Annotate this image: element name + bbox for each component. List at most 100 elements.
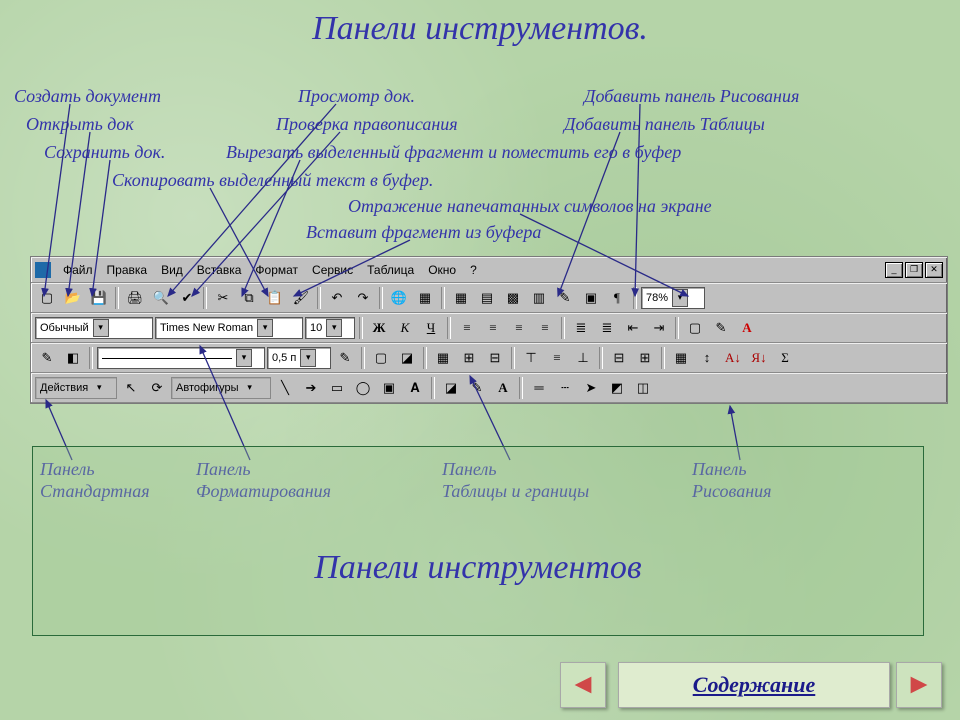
- textbox-tool[interactable]: ▣: [377, 376, 401, 400]
- pen-color[interactable]: ✎: [333, 346, 357, 370]
- spellcheck-button[interactable]: ✔: [175, 286, 199, 310]
- align-bottom[interactable]: ⊥: [571, 346, 595, 370]
- autoshapes-menu[interactable]: Автофигуры▾: [171, 377, 271, 399]
- separator: [361, 347, 365, 369]
- wordart[interactable]: 𝐀: [403, 376, 427, 400]
- menu-format[interactable]: Формат: [249, 263, 304, 277]
- shadow[interactable]: ◩: [605, 376, 629, 400]
- open-button[interactable]: 📂: [61, 286, 85, 310]
- bold-button[interactable]: Ж: [367, 316, 391, 340]
- numbered-list[interactable]: ≣: [569, 316, 593, 340]
- format-painter[interactable]: 🖌: [289, 286, 313, 310]
- insert-table2[interactable]: ▦: [431, 346, 455, 370]
- line-tool[interactable]: ╲: [273, 376, 297, 400]
- draw-table[interactable]: ✎: [35, 346, 59, 370]
- excel-button[interactable]: ▩: [501, 286, 525, 310]
- toolbar-standard: ▢ 📂 💾 🖨 🔍 ✔ ✂ ⧉ 📋 🖌 ↶ ↷ 🌐 ▦ ▦ ▤ ▩ ▥ ✎ ▣ …: [31, 283, 947, 313]
- zoom-value: 78%: [646, 292, 668, 304]
- print-button[interactable]: 🖨: [123, 286, 147, 310]
- line-style-combo[interactable]: ▾: [97, 347, 265, 369]
- menu-insert[interactable]: Вставка: [191, 263, 248, 277]
- prev-slide-button[interactable]: ◄: [560, 662, 606, 708]
- split-cells[interactable]: ⊟: [483, 346, 507, 370]
- line-weight-combo[interactable]: 0,5 п▾: [267, 347, 331, 369]
- chevron-down-icon: ▾: [326, 319, 342, 337]
- text-direction[interactable]: ↕: [695, 346, 719, 370]
- insert-table[interactable]: ▤: [475, 286, 499, 310]
- align-justify[interactable]: ≡: [533, 316, 557, 340]
- menu-tools[interactable]: Сервис: [306, 263, 359, 277]
- weight-value: 0,5 п: [272, 352, 296, 364]
- minimize-button[interactable]: _: [885, 262, 903, 278]
- rotate[interactable]: ⟳: [145, 376, 169, 400]
- doc-map-button[interactable]: ▣: [579, 286, 603, 310]
- oval-tool[interactable]: ◯: [351, 376, 375, 400]
- outdent[interactable]: ⇤: [621, 316, 645, 340]
- dash-style[interactable]: ┄: [553, 376, 577, 400]
- font-color2[interactable]: A: [491, 376, 515, 400]
- menu-window[interactable]: Окно: [422, 263, 462, 277]
- select-arrow[interactable]: ↖: [119, 376, 143, 400]
- align-middle[interactable]: ≡: [545, 346, 569, 370]
- close-button[interactable]: ✕: [925, 262, 943, 278]
- distribute-cols[interactable]: ⊞: [633, 346, 657, 370]
- separator: [423, 347, 427, 369]
- actions-menu[interactable]: Действия▾: [35, 377, 117, 399]
- merge-cells[interactable]: ⊞: [457, 346, 481, 370]
- italic-button[interactable]: К: [393, 316, 417, 340]
- restore-button[interactable]: ❐: [905, 262, 923, 278]
- copy-button[interactable]: ⧉: [237, 286, 261, 310]
- web-toolbar-button[interactable]: ▦: [413, 286, 437, 310]
- menu-view[interactable]: Вид: [155, 263, 189, 277]
- 3d[interactable]: ◫: [631, 376, 655, 400]
- zoom-combo[interactable]: 78%▾: [641, 287, 705, 309]
- highlight[interactable]: ✎: [709, 316, 733, 340]
- show-marks-button[interactable]: ¶: [605, 286, 629, 310]
- font-combo[interactable]: Times New Roman▾: [155, 317, 303, 339]
- underline-button[interactable]: Ч: [419, 316, 443, 340]
- preview-button[interactable]: 🔍: [149, 286, 173, 310]
- line-style[interactable]: ═: [527, 376, 551, 400]
- toolbar-drawing: Действия▾ ↖ ⟳ Автофигуры▾ ╲ ➔ ▭ ◯ ▣ 𝐀 ◪ …: [31, 373, 947, 403]
- arrow-style[interactable]: ➤: [579, 376, 603, 400]
- save-button[interactable]: 💾: [87, 286, 111, 310]
- align-center[interactable]: ≡: [481, 316, 505, 340]
- autoformat[interactable]: ▦: [669, 346, 693, 370]
- fill-color[interactable]: ◪: [395, 346, 419, 370]
- eraser[interactable]: ◧: [61, 346, 85, 370]
- distribute-rows[interactable]: ⊟: [607, 346, 631, 370]
- style-combo[interactable]: Обычный▾: [35, 317, 153, 339]
- fill-color2[interactable]: ◪: [439, 376, 463, 400]
- font-color[interactable]: A: [735, 316, 759, 340]
- new-doc-button[interactable]: ▢: [35, 286, 59, 310]
- redo-button[interactable]: ↷: [351, 286, 375, 310]
- tables-button[interactable]: ▦: [449, 286, 473, 310]
- bulleted-list[interactable]: ≣: [595, 316, 619, 340]
- menu-help[interactable]: ?: [464, 263, 483, 277]
- paste-button[interactable]: 📋: [263, 286, 287, 310]
- align-top[interactable]: ⊤: [519, 346, 543, 370]
- contents-link[interactable]: Содержание: [618, 662, 890, 708]
- sort-desc[interactable]: Я↓: [747, 346, 771, 370]
- label-cut: Вырезать выделенный фрагмент и поместить…: [226, 142, 681, 163]
- menu-file[interactable]: Файл: [57, 263, 99, 277]
- next-slide-button[interactable]: ►: [896, 662, 942, 708]
- menu-edit[interactable]: Правка: [101, 263, 154, 277]
- cut-button[interactable]: ✂: [211, 286, 235, 310]
- menu-table[interactable]: Таблица: [361, 263, 420, 277]
- hyperlink-button[interactable]: 🌐: [387, 286, 411, 310]
- arrow-tool[interactable]: ➔: [299, 376, 323, 400]
- rect-tool[interactable]: ▭: [325, 376, 349, 400]
- align-left[interactable]: ≡: [455, 316, 479, 340]
- size-combo[interactable]: 10▾: [305, 317, 355, 339]
- border-menu[interactable]: ▢: [369, 346, 393, 370]
- indent[interactable]: ⇥: [647, 316, 671, 340]
- line-color[interactable]: ✎: [465, 376, 489, 400]
- align-right[interactable]: ≡: [507, 316, 531, 340]
- columns-button[interactable]: ▥: [527, 286, 551, 310]
- undo-button[interactable]: ↶: [325, 286, 349, 310]
- borders[interactable]: ▢: [683, 316, 707, 340]
- autosum[interactable]: Σ: [773, 346, 797, 370]
- drawing-button[interactable]: ✎: [553, 286, 577, 310]
- sort-asc[interactable]: A↓: [721, 346, 745, 370]
